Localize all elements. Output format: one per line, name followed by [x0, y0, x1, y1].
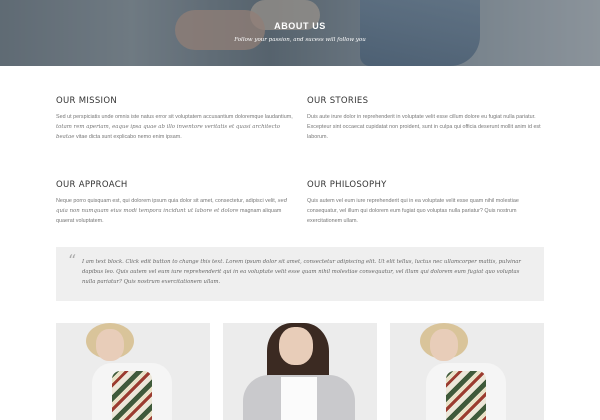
- model-scarf: [112, 371, 152, 420]
- model-scarf: [446, 371, 486, 420]
- section-title: OUR MISSION: [56, 96, 118, 106]
- model-face: [430, 329, 458, 361]
- hero-banner: ABOUT US Follow your passion, and sucess…: [0, 0, 600, 66]
- section-title: OUR PHILOSOPHY: [307, 180, 387, 190]
- hero-subtitle: Follow your passion, and sucess will fol…: [234, 37, 366, 43]
- section-text: Quis autem vel eum iure reprehenderit qu…: [307, 198, 519, 224]
- section-text-plain: Neque porro quisquam est, qui dolorem ip…: [56, 198, 277, 204]
- section-title: OUR APPROACH: [56, 180, 128, 190]
- section-text: Sed ut perspiciatis unde omnis iste natu…: [56, 112, 296, 142]
- section-title: OUR STORIES: [307, 96, 369, 106]
- gallery-image-1[interactable]: [56, 323, 210, 420]
- section-our-philosophy: OUR PHILOSOPHY Quis autem vel eum iure r…: [307, 180, 547, 226]
- section-text-tail: vitae dicta sunt explicabo nemo enim ips…: [75, 134, 182, 140]
- section-our-approach: OUR APPROACH Neque porro quisquam est, q…: [56, 180, 296, 226]
- section-text: Neque porro quisquam est, qui dolorem ip…: [56, 196, 296, 226]
- quote-mark-icon: “: [68, 251, 77, 270]
- quote-block: “ I am text block. Click edit button to …: [56, 247, 544, 301]
- model-face: [96, 329, 124, 361]
- model-face: [279, 327, 313, 365]
- section-our-stories: OUR STORIES Duis aute irure dolor in rep…: [307, 96, 547, 142]
- gallery-image-2[interactable]: [223, 323, 377, 420]
- gallery-image-3[interactable]: [390, 323, 544, 420]
- quote-text: I am text block. Click edit button to ch…: [82, 259, 521, 285]
- section-our-mission: OUR MISSION Sed ut perspiciatis unde omn…: [56, 96, 296, 142]
- section-text-plain: Sed ut perspiciatis unde omnis iste natu…: [56, 114, 293, 120]
- hero-overlay: [0, 0, 600, 66]
- model-tee: [281, 377, 317, 420]
- hero-title: ABOUT US: [274, 21, 326, 31]
- section-text: Duis aute irure dolor in reprehenderit i…: [307, 114, 541, 140]
